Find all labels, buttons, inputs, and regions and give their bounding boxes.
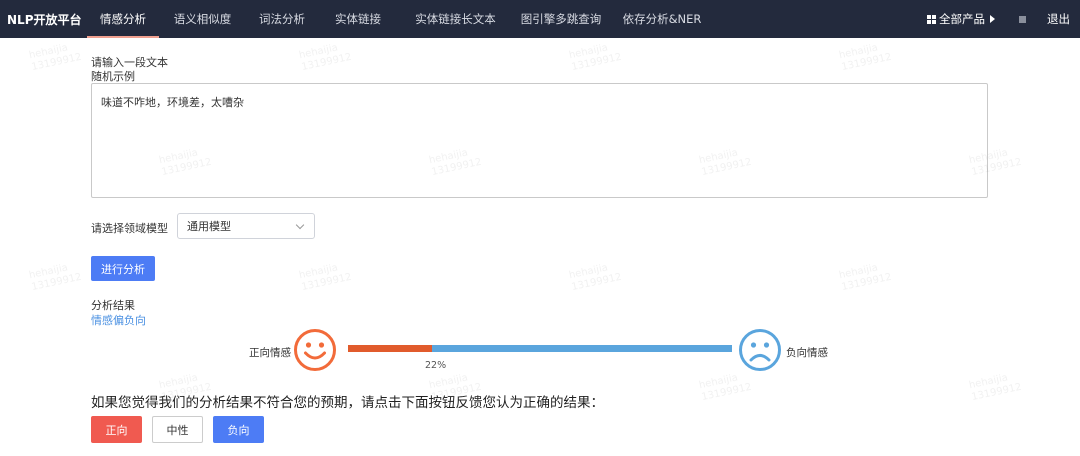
nav-tabs: 情感分析 语义相似度 词法分析 实体链接 实体链接长文本 图引擎多跳查询 依存分…: [87, 0, 715, 38]
analyze-button[interactable]: 进行分析: [91, 256, 155, 281]
tab-sentiment[interactable]: 情感分析: [87, 0, 159, 38]
watermark-text: hehaijia 13199912: [568, 262, 623, 294]
all-products-menu[interactable]: 全部产品: [927, 11, 995, 27]
result-value: 情感偏负向: [91, 314, 146, 327]
watermark-text: hehaijia 13199912: [298, 42, 353, 74]
feedback-negative-button[interactable]: 负向: [213, 416, 264, 443]
positive-percent: 22%: [425, 360, 447, 371]
tab-dependency-ner[interactable]: 依存分析&NER: [609, 0, 715, 38]
watermark-text: hehaijia 13199912: [838, 262, 893, 294]
top-right-actions: 全部产品 退出: [927, 0, 1080, 38]
chevron-down-icon: [295, 220, 305, 230]
negative-label: 负向情感: [786, 347, 828, 359]
logout-link[interactable]: 退出: [1047, 11, 1070, 27]
brand-logo[interactable]: NLP开放平台: [0, 11, 87, 28]
positive-label: 正向情感: [249, 347, 291, 359]
result-label: 分析结果: [91, 299, 135, 312]
top-navbar: NLP开放平台 情感分析 语义相似度 词法分析 实体链接 实体链接长文本 图引擎…: [0, 0, 1080, 38]
watermark-text: hehaijia 13199912: [28, 42, 83, 74]
watermark-text: hehaijia 13199912: [28, 262, 83, 294]
watermark-text: hehaijia 13199912: [298, 262, 353, 294]
tab-entity-link[interactable]: 实体链接: [318, 0, 398, 38]
smile-face-icon: [294, 329, 336, 371]
tab-graph-query[interactable]: 图引擎多跳查询: [513, 0, 609, 38]
grid-icon: [927, 14, 936, 24]
feedback-prompt: 如果您觉得我们的分析结果不符合您的预期，请点击下面按钮反馈您认为正确的结果：: [91, 395, 604, 411]
tab-entity-link-long[interactable]: 实体链接长文本: [398, 0, 513, 38]
caret-right-icon: [990, 15, 995, 23]
square-icon[interactable]: [1019, 15, 1026, 23]
model-select[interactable]: 通用模型: [177, 213, 315, 239]
feedback-neutral-button[interactable]: 中性: [152, 416, 203, 443]
sentiment-bar: [348, 345, 732, 352]
text-input[interactable]: [91, 83, 988, 198]
watermark-text: hehaijia 13199912: [698, 372, 753, 404]
random-example-link[interactable]: 随机示例: [91, 68, 135, 84]
feedback-positive-button[interactable]: 正向: [91, 416, 142, 443]
positive-bar-fill: [348, 345, 433, 352]
sad-face-icon: [739, 329, 781, 371]
all-products-label: 全部产品: [939, 12, 985, 26]
tab-similarity[interactable]: 语义相似度: [159, 0, 246, 38]
model-select-value: 通用模型: [187, 220, 231, 233]
watermark-text: hehaijia 13199912: [838, 42, 893, 74]
tab-lexical[interactable]: 词法分析: [246, 0, 318, 38]
watermark-text: hehaijia 13199912: [968, 372, 1023, 404]
model-label: 请选择领域模型: [91, 222, 168, 235]
watermark-text: hehaijia 13199912: [568, 42, 623, 74]
